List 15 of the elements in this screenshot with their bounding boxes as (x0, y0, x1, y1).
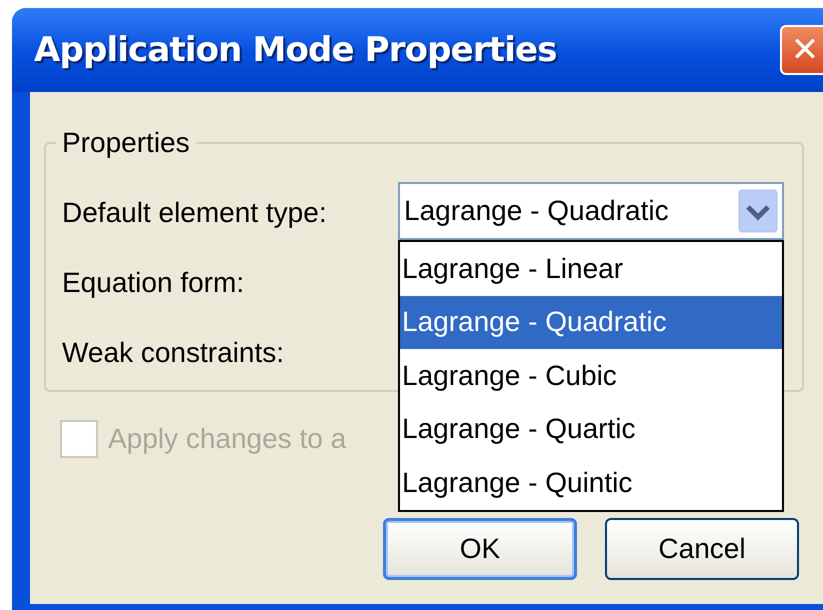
dropdown-option[interactable]: Lagrange - Cubic (400, 349, 782, 402)
element-type-dropdown[interactable]: Lagrange - Quadratic (398, 182, 784, 240)
dropdown-option[interactable]: Lagrange - Quadratic (400, 296, 782, 349)
field-label: Weak constraints: (62, 336, 284, 370)
field-label: Equation form: (62, 266, 244, 300)
dropdown-value: Lagrange - Quadratic (404, 194, 669, 228)
dropdown-option[interactable]: Lagrange - Linear (400, 242, 782, 296)
dropdown-option[interactable]: Lagrange - Quartic (400, 402, 782, 456)
field-label: Default element type: (62, 196, 327, 230)
chevron-down-icon[interactable] (738, 189, 778, 233)
ok-button[interactable]: OK (383, 518, 577, 580)
checkbox-label: Apply changes to a (108, 422, 346, 456)
dropdown-option[interactable]: Lagrange - Quintic (400, 456, 782, 510)
cancel-button[interactable]: Cancel (605, 518, 799, 580)
window-title: Application Mode Properties (34, 28, 557, 72)
